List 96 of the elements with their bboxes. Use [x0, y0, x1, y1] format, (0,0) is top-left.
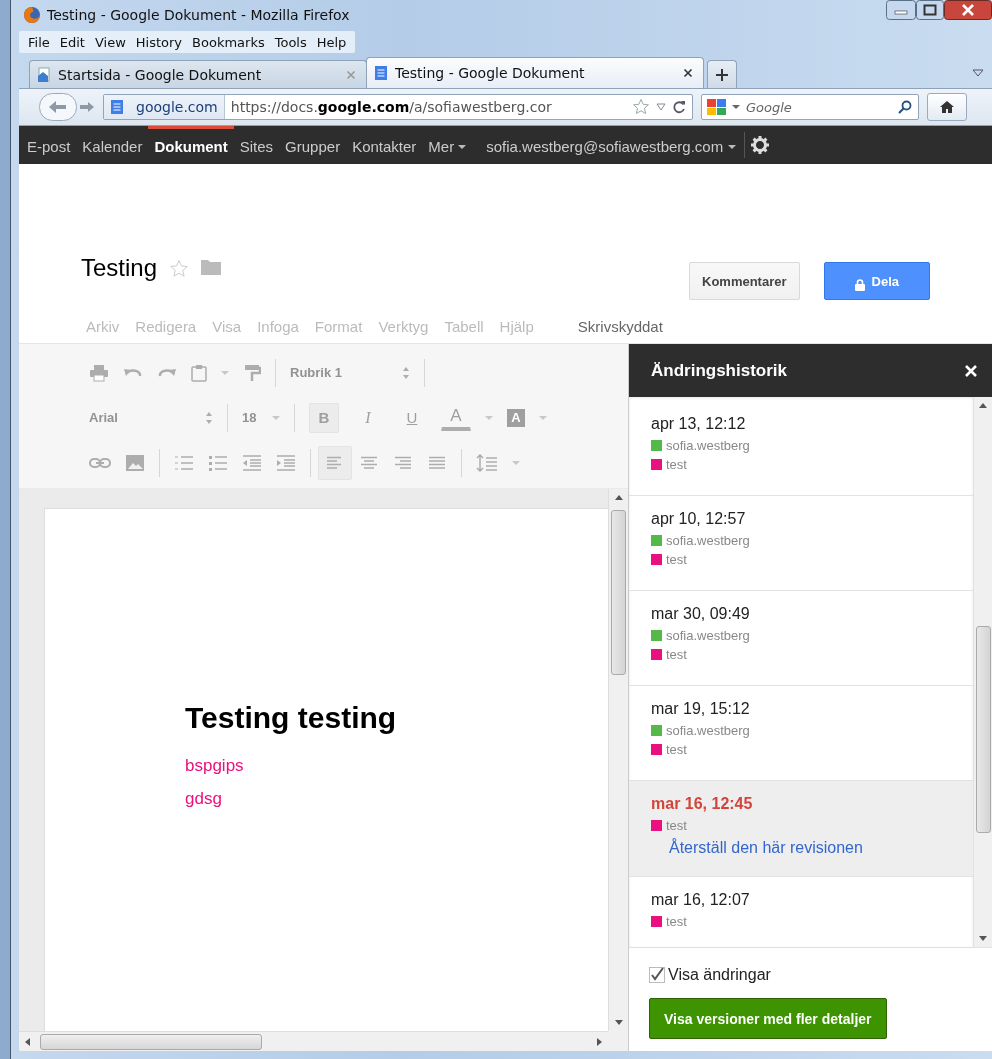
document-text: gdsg	[185, 788, 223, 810]
read-only-label: Skrivskyddat	[577, 318, 663, 335]
vertical-scrollbar[interactable]	[608, 489, 628, 1031]
scroll-right-icon[interactable]	[597, 1037, 602, 1046]
scrollbar-thumb[interactable]	[611, 510, 626, 675]
revision-time: mar 30, 09:49	[651, 605, 751, 623]
site-identity-button[interactable]: google.com	[104, 95, 225, 119]
account-link[interactable]: sofia.westberg@sofiawestberg.com	[480, 126, 743, 164]
search-box[interactable]: Google	[701, 94, 919, 120]
menu-item[interactable]: View	[89, 34, 131, 50]
maximize-button[interactable]	[916, 0, 944, 20]
up-down-arrows-icon	[205, 411, 213, 424]
lock-icon	[854, 278, 865, 291]
author-name: sofia.westberg	[666, 437, 750, 455]
author-name: test	[666, 551, 687, 569]
scroll-down-icon[interactable]	[979, 936, 987, 941]
url-text: https://docs.google.com/a/sofiawestberg.cor	[229, 99, 553, 115]
revision-item[interactable]: mar 16, 12:45 test Återställ den här revisionen	[629, 781, 973, 877]
caret-icon[interactable]	[728, 143, 737, 150]
menu-item[interactable]: Tools	[269, 34, 312, 50]
tab-list-caret-icon[interactable]	[972, 68, 984, 77]
revision-time: mar 16, 12:07	[651, 891, 751, 909]
document-title[interactable]: Testing	[81, 252, 158, 284]
scrollbar-thumb[interactable]	[40, 1033, 262, 1050]
menu-item[interactable]: File	[23, 34, 55, 50]
align-left-icon	[326, 455, 344, 470]
menu-item[interactable]: Help	[311, 34, 352, 50]
close-icon[interactable]	[683, 68, 693, 78]
document-heading: Testing testing	[185, 701, 398, 735]
settings-icon[interactable]	[751, 136, 770, 154]
author-name: sofia.westberg	[666, 532, 750, 550]
back-button[interactable]	[39, 93, 77, 121]
app-icon	[23, 6, 41, 24]
revision-time: apr 13, 12:12	[651, 415, 747, 433]
revision-time: mar 19, 15:12	[651, 700, 751, 718]
menu-item[interactable]: Edit	[54, 34, 90, 50]
document-icon	[36, 66, 52, 83]
document-text: bspgips	[185, 755, 245, 777]
checkbox[interactable]	[649, 967, 665, 983]
nav-link[interactable]: Mer	[422, 126, 473, 164]
browser-tab[interactable]: Startsida - Google Dokument	[29, 60, 367, 88]
up-down-arrows-icon	[402, 366, 410, 379]
caret-icon[interactable]	[458, 143, 467, 150]
comments-button[interactable]: Kommentarer	[689, 262, 800, 300]
home-icon	[939, 100, 955, 114]
horizontal-scrollbar[interactable]	[19, 1031, 608, 1051]
menu-item[interactable]: History	[130, 34, 188, 50]
star-icon[interactable]	[169, 259, 190, 279]
browser-tab[interactable]: Testing - Google Dokument	[366, 57, 704, 88]
caret-icon[interactable]	[732, 104, 740, 110]
document-page[interactable]: Testing testing bspgips gdsg	[45, 509, 608, 1031]
align-center-icon	[360, 455, 378, 470]
plus-icon	[716, 68, 728, 81]
checkbox-label[interactable]: Visa ändringar	[668, 966, 771, 984]
revision-time: mar 16, 12:45	[651, 795, 754, 813]
scrollbar-thumb[interactable]	[975, 626, 991, 833]
author-name: test	[666, 817, 687, 835]
nav-link[interactable]: Grupper	[279, 126, 347, 164]
scroll-down-icon[interactable]	[614, 1020, 623, 1025]
minimize-button[interactable]	[886, 0, 916, 20]
folder-icon[interactable]	[201, 259, 222, 275]
forward-icon[interactable]	[79, 99, 95, 115]
author-name: sofia.westberg	[666, 722, 750, 740]
scroll-up-icon[interactable]	[614, 495, 623, 500]
scroll-left-icon[interactable]	[25, 1037, 30, 1046]
nav-link[interactable]: Kalender	[76, 126, 149, 164]
dropdown-caret-icon[interactable]	[656, 103, 666, 111]
home-button[interactable]	[927, 93, 967, 121]
author-name: sofia.westberg	[666, 627, 750, 645]
nav-link[interactable]: Kontakter	[346, 126, 423, 164]
search-engine-icon[interactable]	[706, 98, 728, 116]
nav-link[interactable]: Sites	[233, 126, 280, 164]
window-title: Testing - Google Dokument - Mozilla Firefox	[47, 7, 350, 23]
author-name: test	[666, 456, 687, 474]
address-field[interactable]: google.com https://docs.google.com/a/sofiawestberg.cor	[103, 94, 693, 120]
document-icon	[373, 65, 389, 81]
search-input[interactable]: Google	[744, 98, 894, 116]
close-button[interactable]	[944, 0, 992, 20]
reload-icon[interactable]	[672, 100, 686, 114]
align-justify-icon	[428, 455, 446, 470]
author-name: test	[666, 741, 687, 759]
author-name: test	[666, 913, 687, 931]
restore-link[interactable]: Återställ den här revisionen	[669, 839, 863, 856]
detailed-versions-button[interactable]: Visa versioner med fler detaljer	[649, 998, 887, 1039]
search-icon[interactable]	[898, 100, 912, 114]
nav-link[interactable]: E-post	[21, 126, 77, 164]
panel-title: Ändringshistorik	[651, 360, 788, 381]
revision-time: apr 10, 12:57	[651, 510, 747, 528]
document-icon	[110, 99, 124, 115]
vertical-scrollbar[interactable]	[973, 397, 992, 947]
author-name: test	[666, 646, 687, 664]
scroll-up-icon[interactable]	[979, 403, 987, 408]
align-right-icon	[394, 455, 412, 470]
star-icon[interactable]	[632, 98, 650, 116]
menu-item[interactable]: Bookmarks	[187, 34, 270, 50]
new-tab-button[interactable]	[707, 60, 737, 88]
